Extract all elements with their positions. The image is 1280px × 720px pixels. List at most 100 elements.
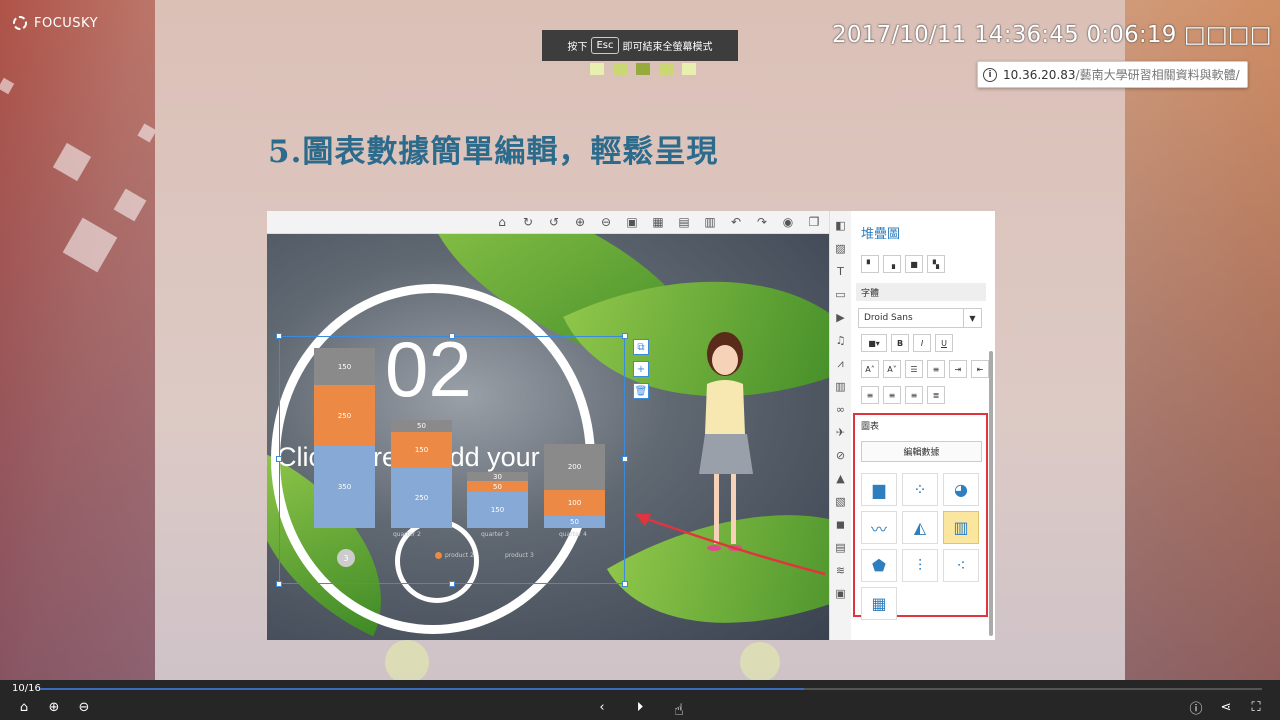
esc-tip-prefix: 按下 xyxy=(567,42,588,53)
compass-icon[interactable]: ⊘ xyxy=(834,447,847,464)
resize-handle[interactable] xyxy=(449,333,455,339)
slide-dots xyxy=(590,63,696,75)
align-center-icon[interactable]: ≡ xyxy=(883,386,901,404)
text-style-row: ■▾ B I U xyxy=(861,334,953,352)
slide-dot[interactable] xyxy=(682,63,696,75)
table-chart-icon[interactable]: ▦ xyxy=(861,587,897,620)
resize-handle[interactable] xyxy=(449,581,455,587)
timestamp-overlay: 2017/10/11 14:36:45 0:06:19 □□□□ xyxy=(832,22,1272,48)
resize-handle[interactable] xyxy=(622,456,628,462)
selection-box[interactable] xyxy=(279,336,625,584)
outdent-icon[interactable]: ⇤ xyxy=(971,360,989,378)
zoom-out-icon[interactable]: ⊖ xyxy=(599,215,613,229)
align-tl-icon[interactable]: ▘ xyxy=(861,255,879,273)
esc-tip-suffix: 即可結束全螢幕模式 xyxy=(622,42,713,53)
delete-button[interactable]: 🗑 xyxy=(633,383,649,399)
editor-canvas[interactable]: 02 Click here to add your 150 250 350 50… xyxy=(267,234,829,640)
layers-icon[interactable]: ≋ xyxy=(834,562,847,579)
list-number-icon[interactable]: ☰ xyxy=(905,360,923,378)
align-justify-icon[interactable]: ≣ xyxy=(927,386,945,404)
italic-button[interactable]: I xyxy=(913,334,931,352)
align-right-icon[interactable]: ≡ xyxy=(905,386,923,404)
window-icon[interactable]: ❐ xyxy=(807,215,821,229)
shape-icon[interactable]: ◧ xyxy=(834,217,847,234)
paragraph-row: A˄ A˅ ☰ ≡ ⇥ ⇤ xyxy=(861,360,989,378)
color-picker[interactable]: ■▾ xyxy=(861,334,887,352)
left-background xyxy=(0,0,155,680)
photo-icon[interactable]: ▣ xyxy=(834,585,847,602)
brand-name: FOCUSKY xyxy=(34,15,99,31)
scatter-chart-icon[interactable]: ⁘ xyxy=(902,473,938,506)
progress-track[interactable] xyxy=(40,688,1262,690)
line-chart-icon[interactable]: 〰 xyxy=(861,511,897,544)
bubble-chart-icon[interactable]: ⁖ xyxy=(943,549,979,582)
layout-icon[interactable]: ▭ xyxy=(834,286,847,303)
lock-icon[interactable]: ▣ xyxy=(625,215,639,229)
panel-title: 堆疊圖 xyxy=(861,227,901,242)
bar-chart-icon[interactable]: ▆ xyxy=(861,473,897,506)
font-select[interactable]: Droid Sans ▼ xyxy=(858,308,982,328)
indent-icon[interactable]: ⇥ xyxy=(949,360,967,378)
chevron-down-icon[interactable]: ▼ xyxy=(963,309,981,327)
redo-icon[interactable]: ↷ xyxy=(755,215,769,229)
link-icon[interactable]: ∞ xyxy=(834,401,847,418)
radar-chart-icon[interactable]: ⬟ xyxy=(861,549,897,582)
paste-icon[interactable]: ▥ xyxy=(703,215,717,229)
stacked-bar-chart-icon[interactable]: ▥ xyxy=(943,511,979,544)
zoom-in-icon[interactable]: ⊕ xyxy=(45,698,63,716)
edit-data-button[interactable]: 編輯數據 xyxy=(861,441,982,462)
copy-icon[interactable]: ▤ xyxy=(677,215,691,229)
resize-handle[interactable] xyxy=(276,456,282,462)
shapes-icon[interactable]: ◼ xyxy=(834,516,847,533)
url-bar[interactable]: i 10.36.20.83/藝南大學研習相關資料與軟體/ xyxy=(977,61,1248,88)
camera-icon[interactable]: ◉ xyxy=(781,215,795,229)
video-icon[interactable]: ▶ xyxy=(834,309,847,326)
slide-dot[interactable] xyxy=(590,63,604,75)
bold-button[interactable]: B xyxy=(891,334,909,352)
play-icon[interactable]: ⏵ xyxy=(631,698,649,716)
rotate-right-icon[interactable]: ↻ xyxy=(521,215,535,229)
slide-dot-active[interactable] xyxy=(636,63,650,75)
mouse-cursor-icon: ☝ xyxy=(674,700,684,719)
add-button[interactable]: + xyxy=(633,361,649,377)
underline-button[interactable]: U xyxy=(935,334,953,352)
align-br-icon[interactable]: ▗ xyxy=(883,255,901,273)
font-shrink-icon[interactable]: A˅ xyxy=(883,360,901,378)
undo-icon[interactable]: ↶ xyxy=(729,215,743,229)
font-grow-icon[interactable]: A˄ xyxy=(861,360,879,378)
text-icon[interactable]: T xyxy=(834,263,847,280)
zoom-in-icon[interactable]: ⊕ xyxy=(573,215,587,229)
chart-icon[interactable]: ⩘ xyxy=(834,355,847,372)
hat-icon[interactable]: ▲ xyxy=(834,470,847,487)
zoom-out-icon[interactable]: ⊖ xyxy=(75,698,93,716)
panel-icon[interactable]: ▤ xyxy=(834,539,847,556)
pie-chart-icon[interactable]: ◕ xyxy=(943,473,979,506)
area-chart-icon[interactable]: ◭ xyxy=(902,511,938,544)
grid-icon[interactable]: ▦ xyxy=(651,215,665,229)
music-icon[interactable]: ♫ xyxy=(834,332,847,349)
rotate-left-icon[interactable]: ↺ xyxy=(547,215,561,229)
plane-icon[interactable]: ✈ xyxy=(834,424,847,441)
slide-dot[interactable] xyxy=(659,63,673,75)
home-icon[interactable]: ⌂ xyxy=(495,215,509,229)
panel-scrollbar[interactable] xyxy=(989,351,993,636)
combo-chart-icon[interactable]: ⫶ xyxy=(902,549,938,582)
resize-handle[interactable] xyxy=(276,333,282,339)
align-fill-icon[interactable]: ■ xyxy=(905,255,923,273)
gift-icon[interactable]: ▥ xyxy=(834,378,847,395)
previous-icon[interactable]: ‹ xyxy=(593,698,611,716)
duplicate-button[interactable]: ⧉ xyxy=(633,339,649,355)
image-icon[interactable]: ▨ xyxy=(834,240,847,257)
align-left-icon[interactable]: ≡ xyxy=(861,386,879,404)
info-icon[interactable]: ⓘ xyxy=(1187,698,1205,717)
share-icon[interactable]: ⋖ xyxy=(1217,698,1235,716)
gallery-icon[interactable]: ▧ xyxy=(834,493,847,510)
resize-handle[interactable] xyxy=(622,333,628,339)
align-split-icon[interactable]: ▚ xyxy=(927,255,945,273)
resize-handle[interactable] xyxy=(276,581,282,587)
fullscreen-icon[interactable]: ⛶ xyxy=(1247,698,1265,716)
home-icon[interactable]: ⌂ xyxy=(15,698,33,716)
slide-dot[interactable] xyxy=(613,63,627,75)
list-bullet-icon[interactable]: ≡ xyxy=(927,360,945,378)
editor-screenshot: ⌂ ↻ ↺ ⊕ ⊖ ▣ ▦ ▤ ▥ ↶ ↷ ◉ ❐ 02 Click here … xyxy=(267,211,995,640)
